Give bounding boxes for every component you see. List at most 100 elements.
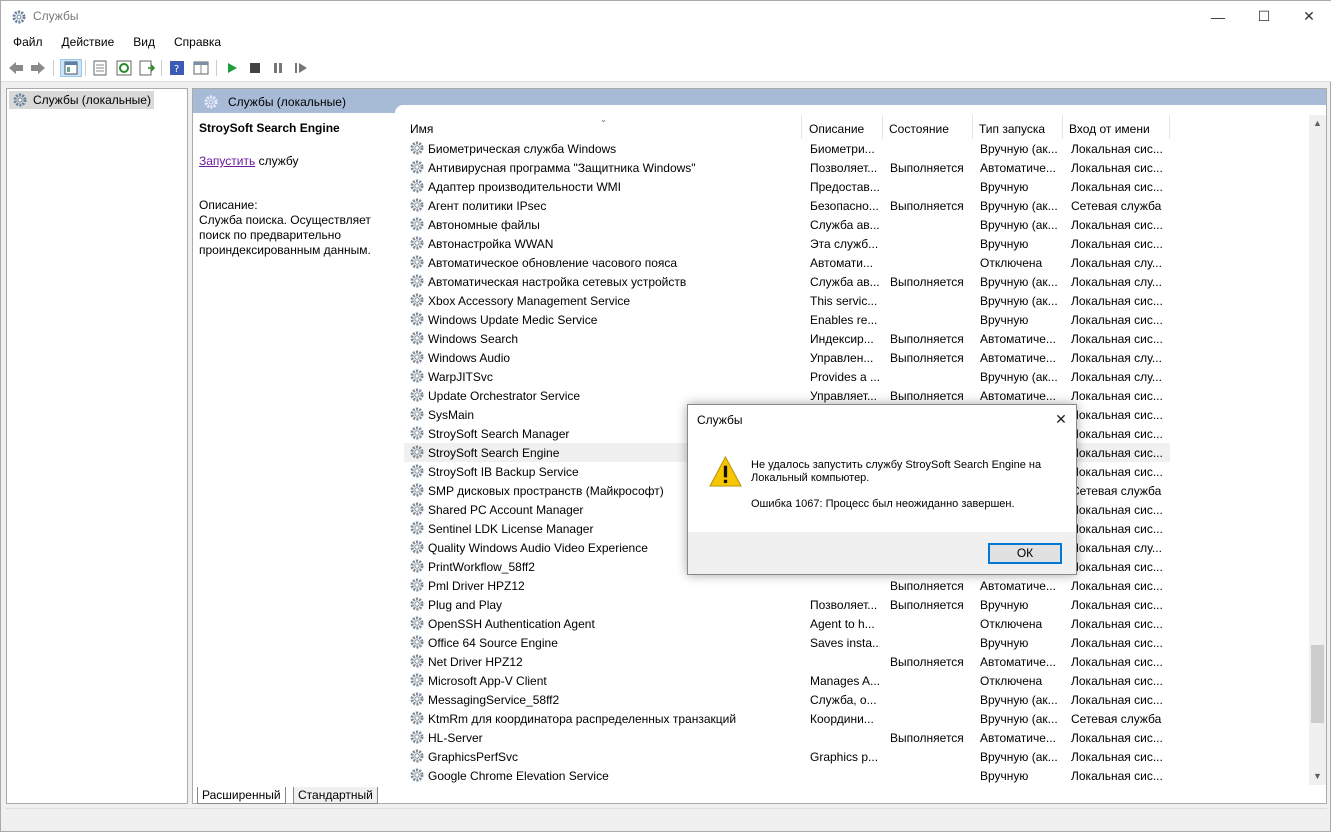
dialog-error-text: Ошибка 1067: Процесс был неожиданно заве… (751, 498, 1015, 510)
menu-bar: Файл Действие Вид Справка (1, 32, 1331, 54)
menu-help[interactable]: Справка (162, 32, 228, 54)
scroll-up-icon[interactable]: ▲ (1309, 115, 1326, 132)
service-status: Выполняется (890, 655, 964, 669)
service-description: This servic... (810, 294, 878, 308)
service-logon: Локальная слу... (1071, 370, 1162, 384)
table-row[interactable]: Net Driver HPZ12 Выполняется Автоматиче...… (404, 652, 1170, 671)
menu-view[interactable]: Вид (121, 32, 162, 54)
service-logon: Сетевая служба (1071, 484, 1162, 498)
table-row[interactable]: Update Orchestrator Service Управляет... В… (404, 386, 1170, 405)
service-gear-icon (409, 273, 425, 289)
service-logon: Локальная слу... (1071, 256, 1162, 270)
table-row[interactable]: Pml Driver HPZ12 Выполняется Автоматиче...… (404, 576, 1170, 595)
service-logon: Локальная сис... (1071, 237, 1163, 251)
service-gear-icon (409, 482, 425, 498)
services-gear-icon (204, 95, 218, 109)
properties-icon[interactable] (91, 59, 109, 77)
tree-node-services-local[interactable]: Службы (локальные) (9, 91, 154, 109)
service-name: Адаптер производительности WMI (428, 180, 622, 194)
service-gear-icon (409, 596, 425, 612)
menu-file[interactable]: Файл (1, 32, 50, 54)
service-status: Выполняется (890, 598, 964, 612)
services-gear-icon (12, 10, 26, 24)
service-logon: Локальная сис... (1071, 294, 1163, 308)
service-description: Автомати... (810, 256, 874, 270)
table-row[interactable]: Агент политики IPsec Безопасно... Выполняе… (404, 196, 1170, 215)
column-header-startup-type[interactable]: Тип запуска (973, 115, 1063, 139)
column-header-description[interactable]: Описание (803, 115, 883, 139)
table-row[interactable]: Автоматическая настройка сетевых устройс… (404, 272, 1170, 291)
service-startup-type: Автоматиче... (980, 161, 1056, 175)
service-logon: Локальная сис... (1071, 750, 1163, 764)
table-row[interactable]: Office 64 Source Engine Saves insta... Вру… (404, 633, 1170, 652)
menu-action[interactable]: Действие (50, 32, 122, 54)
service-gear-icon (409, 387, 425, 403)
table-row[interactable]: Биометрическая служба Windows Биометри...… (404, 139, 1170, 158)
back-icon[interactable] (7, 59, 25, 77)
maximize-button[interactable]: ☐ (1241, 1, 1287, 32)
restart-service-icon[interactable] (292, 59, 310, 77)
table-row[interactable]: Google Chrome Elevation Service Вручную Ло… (404, 766, 1170, 785)
table-row[interactable]: KtmRm для координатора распределенных тр… (404, 709, 1170, 728)
tab-extended[interactable]: Расширенный (197, 787, 286, 804)
service-description: Безопасно... (810, 199, 879, 213)
table-row[interactable]: Антивирусная программа "Защитника Window… (404, 158, 1170, 177)
pane-header-title: Службы (локальные) (228, 95, 346, 109)
service-description: Управляет... (810, 389, 877, 403)
table-row[interactable]: Xbox Accessory Management Service This se… (404, 291, 1170, 310)
scroll-down-icon[interactable]: ▼ (1309, 768, 1326, 785)
service-name: Pml Driver HPZ12 (428, 579, 525, 593)
help-icon[interactable]: ? (168, 59, 186, 77)
column-header-logon[interactable]: Вход от имени (1063, 115, 1170, 139)
dialog-message: Не удалось запустить службу StroySoft Se… (751, 459, 1042, 484)
service-status: Выполняется (890, 731, 964, 745)
service-description: Индексир... (810, 332, 874, 346)
column-header-name[interactable]: Имя (404, 115, 802, 139)
service-logon: Локальная сис... (1071, 180, 1163, 194)
service-name: Google Chrome Elevation Service (428, 769, 609, 783)
table-row[interactable]: Windows Update Medic Service Enables re..… (404, 310, 1170, 329)
table-row[interactable]: Автонастройка WWAN Эта служб... Вручную Лок… (404, 234, 1170, 253)
window-title: Службы (33, 9, 79, 23)
start-service-link[interactable]: Запустить (199, 154, 255, 168)
dialog-close-button[interactable]: ✕ (1046, 405, 1076, 433)
table-row[interactable]: MessagingService_58ff2 Служба, о... Вручну… (404, 690, 1170, 709)
ok-button[interactable]: ОК (988, 543, 1062, 564)
table-row[interactable]: Автономные файлы Служба ав... Вручную (ак.… (404, 215, 1170, 234)
service-gear-icon (409, 216, 425, 232)
table-row[interactable]: WarpJITSvc Provides a ... Вручную (ак... Ло… (404, 367, 1170, 386)
table-row[interactable]: Windows Audio Управлен... Выполняется Автом… (404, 348, 1170, 367)
service-name: Update Orchestrator Service (428, 389, 581, 403)
table-row[interactable]: Windows Search Индексир... Выполняется Авто… (404, 329, 1170, 348)
service-status: Выполняется (890, 161, 964, 175)
service-startup-type: Автоматиче... (980, 731, 1056, 745)
service-name: Биометрическая служба Windows (428, 142, 617, 156)
service-startup-type: Отключена (980, 674, 1043, 688)
refresh-icon[interactable] (115, 59, 133, 77)
minimize-button[interactable]: — (1195, 1, 1241, 32)
start-service-icon[interactable] (223, 59, 241, 77)
table-row[interactable]: Автоматическое обновление часового пояса… (404, 253, 1170, 272)
show-pane-icon[interactable] (192, 59, 210, 77)
service-status: Выполняется (890, 579, 964, 593)
forward-icon[interactable] (29, 59, 47, 77)
table-row[interactable]: Plug and Play Позволяет... Выполняется Вруч… (404, 595, 1170, 614)
service-description: Позволяет... (810, 598, 878, 612)
table-row[interactable]: OpenSSH Authentication Agent Agent to h..… (404, 614, 1170, 633)
table-row[interactable]: Адаптер производительности WMI Предостав.… (404, 177, 1170, 196)
scroll-thumb[interactable] (1311, 645, 1324, 723)
service-logon: Локальная сис... (1071, 465, 1163, 479)
stop-service-icon[interactable] (246, 59, 264, 77)
close-window-button[interactable]: ✕ (1286, 1, 1331, 32)
table-row[interactable]: HL-Server Выполняется Автоматиче... Локальн… (404, 728, 1170, 747)
table-row[interactable]: GraphicsPerfSvc Graphics p... Вручную (ак.… (404, 747, 1170, 766)
pause-service-icon[interactable] (269, 59, 287, 77)
dialog-footer: ОК (688, 532, 1076, 574)
vertical-scrollbar[interactable]: ▲ ▼ (1309, 115, 1326, 785)
table-row[interactable]: Microsoft App-V Client Manages A... Отключ… (404, 671, 1170, 690)
export-list-icon[interactable] (138, 59, 156, 77)
column-header-status[interactable]: Состояние (883, 115, 973, 139)
service-logon: Локальная сис... (1071, 408, 1163, 422)
console-tree-icon[interactable] (60, 59, 82, 77)
tab-standard[interactable]: Стандартный (293, 787, 378, 804)
